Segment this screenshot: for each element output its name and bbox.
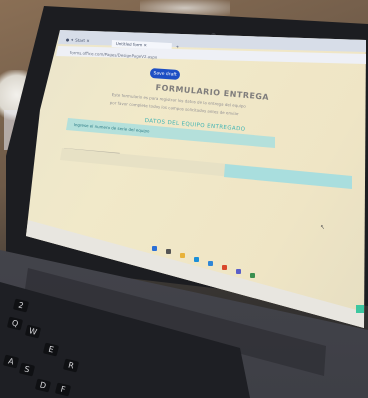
search-icon[interactable] <box>166 249 171 254</box>
store-icon[interactable] <box>250 273 255 278</box>
teams-icon[interactable] <box>236 269 241 274</box>
chrome-icon[interactable] <box>222 265 227 270</box>
explorer-icon[interactable] <box>180 253 185 258</box>
save-button[interactable]: Save draft <box>149 67 181 81</box>
tray-notification-icon[interactable] <box>356 305 364 313</box>
windows-icon[interactable] <box>152 246 157 251</box>
edge-icon[interactable] <box>194 257 199 262</box>
new-tab-button[interactable]: + <box>176 44 180 49</box>
mail-icon[interactable] <box>208 261 213 266</box>
